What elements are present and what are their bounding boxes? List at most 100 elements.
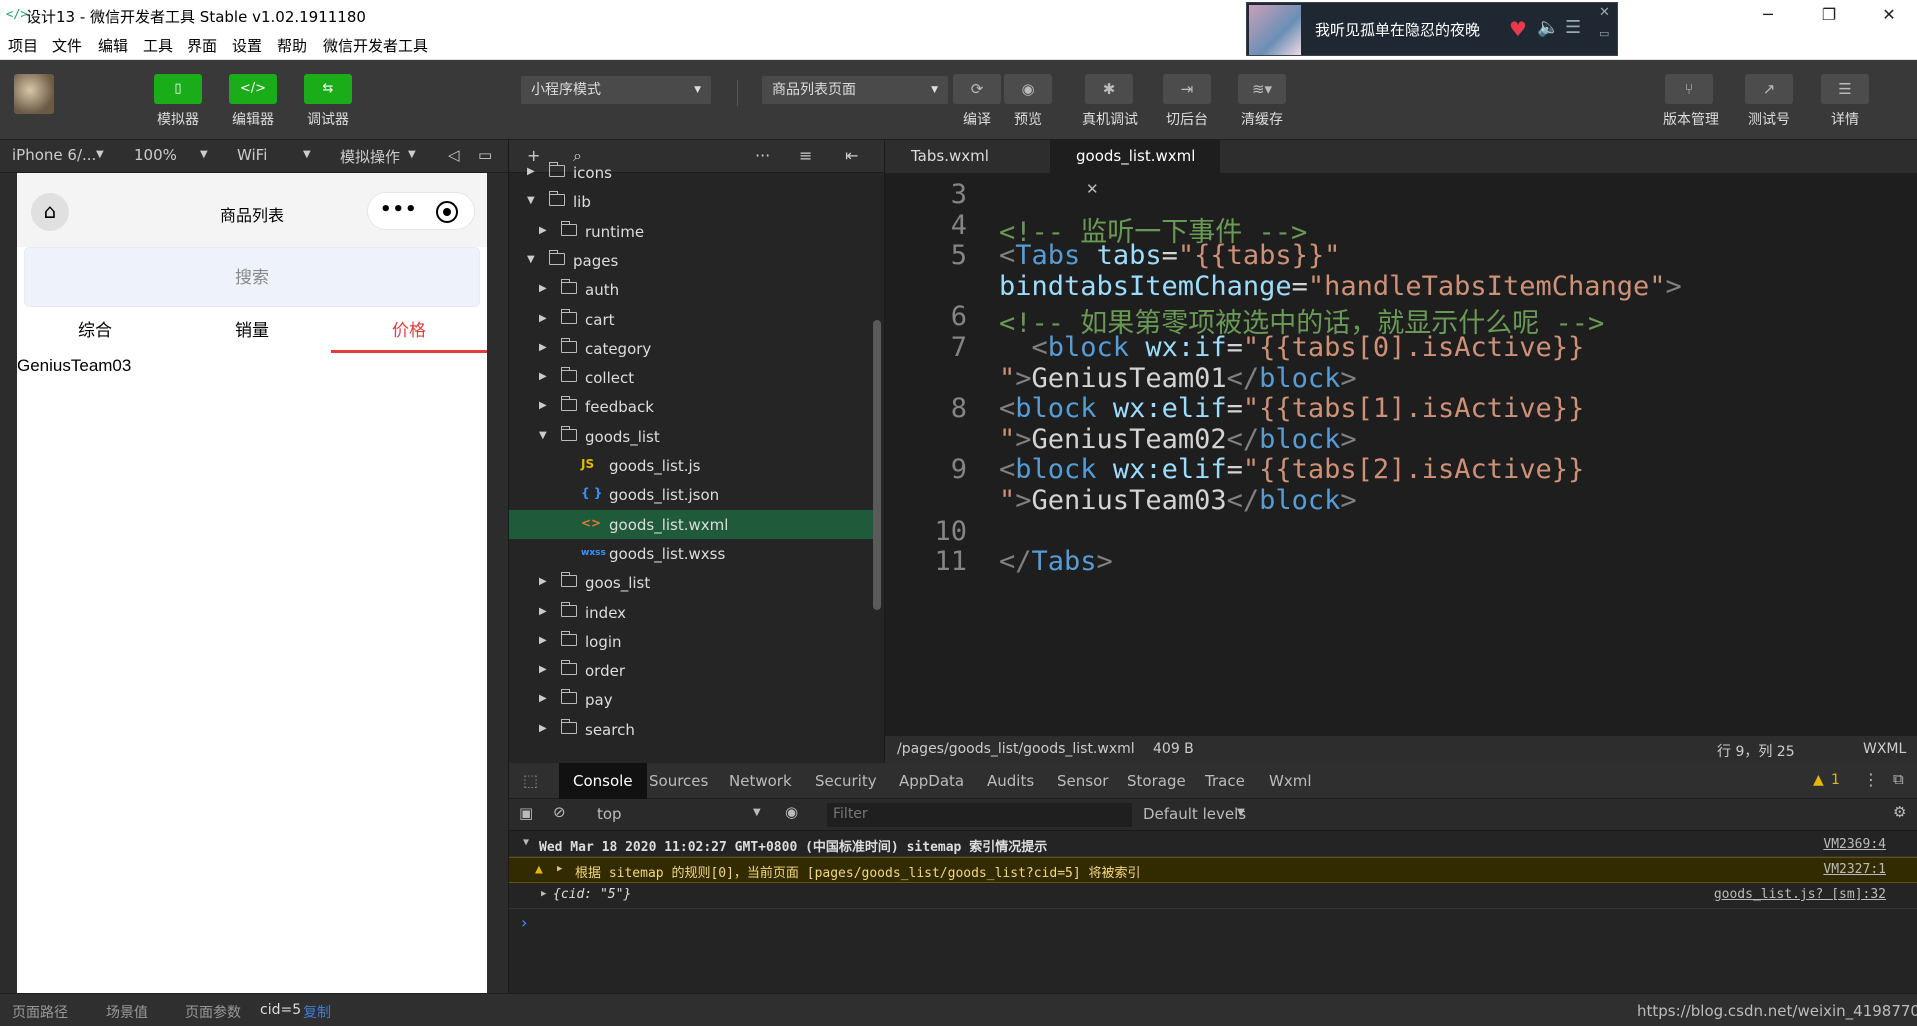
tree-item-runtime[interactable]: ▶ runtime — [509, 217, 875, 246]
tab-storage[interactable]: Storage — [1113, 763, 1200, 799]
page-path-button[interactable]: 页面路径 — [12, 1002, 68, 1022]
tree-item-order[interactable]: ▶ order — [509, 656, 875, 685]
tab-sensor[interactable]: Sensor — [1043, 763, 1122, 799]
menu-file[interactable]: 文件 — [52, 35, 82, 56]
page-params-button[interactable]: 页面参数 — [185, 1002, 241, 1022]
simulate-select[interactable]: 模拟操作 — [340, 146, 400, 167]
sidebar-toggle-icon[interactable]: ▣ — [519, 804, 533, 822]
filter-input[interactable]: Filter — [827, 803, 1132, 827]
log-source-link[interactable]: goods_list.js? [sm]:32 — [1714, 887, 1886, 902]
chevron-down-icon[interactable]: ▼ — [527, 195, 535, 206]
test-id-button[interactable]: ↗ 测试号 — [1743, 74, 1795, 129]
language-mode[interactable]: WXML — [1863, 741, 1906, 757]
menu-settings[interactable]: 设置 — [232, 35, 262, 56]
tree-item-lib[interactable]: ▼ lib — [509, 187, 875, 216]
device-select[interactable]: iPhone 6/... — [12, 146, 96, 164]
network-select[interactable]: WiFi — [237, 146, 267, 164]
log-levels-select[interactable]: Default levels — [1143, 805, 1246, 823]
search-input[interactable]: 搜索 — [24, 247, 480, 307]
menu-help[interactable]: 帮助 — [277, 35, 307, 56]
tree-item-icons[interactable]: ▶ icons — [509, 158, 875, 187]
chevron-right-icon[interactable]: ▶ — [539, 576, 547, 587]
clear-cache-button[interactable]: ≋▾ 清缓存 — [1236, 74, 1288, 129]
tree-item-search[interactable]: ▶ search — [509, 715, 875, 744]
chevron-right-icon[interactable]: ▶ — [539, 225, 547, 236]
console-message[interactable]: ▲ ▶ 根据 sitemap 的规则[0]，当前页面 [pages/goods_li… — [509, 857, 1917, 883]
editor-button[interactable]: </> 编辑器 — [227, 74, 279, 129]
console-message[interactable]: ▶ {cid: "5"} goods_list.js? [sm]:32 — [509, 883, 1917, 909]
window-icon[interactable]: ▭ — [478, 146, 492, 164]
debugger-button[interactable]: ⇆ 调试器 — [302, 74, 354, 129]
chevron-right-icon[interactable]: ▶ — [539, 693, 547, 704]
tree-item-pages[interactable]: ▼ pages — [509, 246, 875, 275]
capsule-menu[interactable]: ••• — [367, 192, 475, 230]
chevron-right-icon[interactable]: ▶ — [539, 400, 547, 411]
version-button[interactable]: ⑂ 版本管理 — [1663, 74, 1719, 129]
chevron-right-icon[interactable]: ▶ — [539, 371, 547, 382]
chevron-right-icon[interactable]: ▶ — [539, 635, 547, 646]
mode-select[interactable]: 小程序模式 ▼ — [521, 76, 711, 104]
chevron-right-icon[interactable]: ▶ — [527, 166, 535, 177]
minimize-button[interactable]: ─ — [1745, 0, 1791, 30]
chevron-down-icon[interactable]: ▼ — [527, 254, 535, 265]
close-button[interactable]: ✕ — [1866, 0, 1912, 30]
log-source-link[interactable]: VM2369:4 — [1823, 837, 1886, 852]
chevron-down-icon[interactable]: ▼ — [523, 837, 529, 848]
clear-console-icon[interactable]: ⊘ — [553, 803, 566, 821]
inspect-icon[interactable]: ⬚ — [509, 763, 552, 799]
tab-sources[interactable]: Sources — [635, 763, 722, 799]
chevron-right-icon[interactable]: ▶ — [539, 342, 547, 353]
details-button[interactable]: ☰ 详情 — [1819, 74, 1871, 129]
tree-item-goods-list[interactable]: ▼ goods_list — [509, 422, 875, 451]
zoom-select[interactable]: 100% — [134, 146, 177, 164]
close-miniprogram-icon[interactable] — [436, 201, 458, 223]
chevron-right-icon[interactable]: ▶ — [539, 664, 547, 675]
warning-icon[interactable]: ▲ — [1813, 772, 1824, 788]
tree-item-auth[interactable]: ▶ auth — [509, 275, 875, 304]
tree-item-cart[interactable]: ▶ cart — [509, 305, 875, 334]
tree-item-pay[interactable]: ▶ pay — [509, 685, 875, 714]
chevron-right-icon[interactable]: ▶ — [539, 606, 547, 617]
tab-network[interactable]: Network — [715, 763, 806, 799]
cursor-position[interactable]: 行 9，列 25 — [1717, 741, 1795, 761]
chevron-right-icon[interactable]: ▶ — [539, 313, 547, 324]
close-icon[interactable]: ✕ — [1086, 180, 1099, 198]
close-icon[interactable]: ✕ — [1599, 5, 1610, 20]
simulator-button[interactable]: ▯ 模拟器 — [152, 74, 204, 129]
tree-item-collect[interactable]: ▶ collect — [509, 363, 875, 392]
console-prompt[interactable]: › — [521, 913, 527, 932]
chevron-right-icon[interactable]: ▶ — [539, 723, 547, 734]
playlist-icon[interactable]: ☰ — [1565, 17, 1581, 38]
copy-link[interactable]: 复制 — [303, 1002, 331, 1022]
scene-button[interactable]: 场景值 — [106, 1002, 148, 1022]
menu-edit[interactable]: 编辑 — [98, 35, 128, 56]
real-device-debug-button[interactable]: ✱ 真机调试 — [1082, 74, 1138, 129]
volume-icon[interactable]: 🔈 — [1537, 17, 1559, 38]
undock-icon[interactable]: ⧉ — [1893, 770, 1904, 788]
menu-tools[interactable]: 工具 — [143, 35, 173, 56]
tab-trace[interactable]: Trace — [1191, 763, 1259, 799]
tab-price[interactable]: 价格 — [331, 313, 487, 353]
tab-console[interactable]: Console — [559, 763, 647, 799]
context-select[interactable]: top — [597, 805, 622, 823]
tree-item-index[interactable]: ▶ index — [509, 598, 875, 627]
menu-view[interactable]: 界面 — [187, 35, 217, 56]
tab-security[interactable]: Security — [801, 763, 891, 799]
tab-sales[interactable]: 销量 — [174, 313, 330, 353]
tab-audits[interactable]: Audits — [973, 763, 1048, 799]
tree-item-goods-list-wxss[interactable]: wxss goods_list.wxss — [509, 539, 875, 568]
tree-item-category[interactable]: ▶ category — [509, 334, 875, 363]
scrollbar[interactable] — [873, 320, 881, 610]
more-icon[interactable]: ⋮ — [1863, 770, 1879, 789]
avatar[interactable] — [14, 74, 54, 114]
tree-item-login[interactable]: ▶ login — [509, 627, 875, 656]
tree-item-feedback[interactable]: ▶ feedback — [509, 392, 875, 421]
tree-item-goos-list[interactable]: ▶ goos_list — [509, 568, 875, 597]
chevron-right-icon[interactable]: ▶ — [557, 864, 562, 874]
tab-wxml[interactable]: Wxml — [1255, 763, 1326, 799]
chevron-right-icon[interactable]: ▶ — [539, 283, 547, 294]
chevron-down-icon[interactable]: ▼ — [539, 430, 547, 441]
tab-appdata[interactable]: AppData — [885, 763, 978, 799]
music-popup[interactable]: 我听见孤单在隐忍的夜晚 ♥ 🔈 ☰ ✕ ▭ — [1246, 2, 1618, 56]
log-source-link[interactable]: VM2327:1 — [1823, 862, 1886, 877]
